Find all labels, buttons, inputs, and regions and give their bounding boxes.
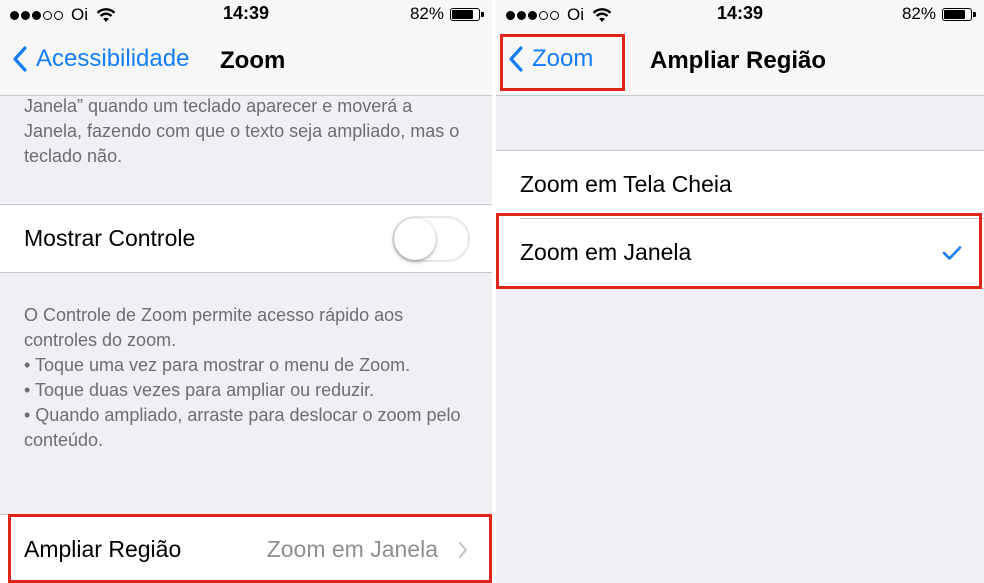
controller-description-line: • Quando ampliado, arraste para deslocar… [24, 405, 461, 450]
navigation-bar: Zoom Ampliar Região [496, 27, 984, 96]
page-title: Zoom [220, 47, 286, 74]
battery-percent: 82% [409, 4, 444, 23]
option-full-screen[interactable]: Zoom em Tela Cheia [496, 150, 984, 219]
back-button-label: Zoom [532, 45, 594, 72]
battery-fill [452, 9, 473, 19]
status-bar: Oi 14:39 82% [0, 0, 492, 27]
battery-percent: 82% [901, 4, 936, 23]
battery-icon [450, 7, 484, 21]
battery-indicator: 82% [409, 4, 484, 24]
checkmark-icon [942, 246, 962, 260]
back-button-label: Acessibilidade [36, 45, 190, 72]
region-settings-screen: Oi 14:39 82% Zoom Ampliar Região Zoom em… [496, 0, 984, 583]
region-options-list: Zoom em Tela Cheia Zoom em Janela [496, 96, 984, 583]
controller-description: O Controle de Zoom permite acesso rápido… [24, 303, 474, 453]
page-title: Ampliar Região [650, 47, 827, 74]
settings-list: Janela” quando um teclado aparecer e mov… [0, 96, 492, 583]
region-value: Zoom em Janela [266, 536, 438, 562]
region-label: Ampliar Região [24, 536, 182, 562]
show-controller-toggle[interactable] [392, 216, 470, 262]
option-label: Zoom em Janela [520, 239, 692, 265]
chevron-left-icon [13, 46, 27, 72]
show-controller-label: Mostrar Controle [24, 225, 196, 251]
status-bar: Oi 14:39 82% [496, 0, 984, 27]
controller-description-line: O Controle de Zoom permite acesso rápido… [24, 305, 404, 350]
back-button-zoom[interactable]: Zoom [508, 45, 593, 73]
option-label: Zoom em Tela Cheia [520, 171, 732, 197]
back-button-acessibilidade[interactable]: Acessibilidade [12, 45, 189, 73]
controller-description-line: • Toque duas vezes para ampliar ou reduz… [24, 380, 375, 400]
battery-indicator: 82% [901, 4, 976, 24]
chevron-right-icon [458, 541, 468, 559]
show-controller-row: Mostrar Controle [0, 204, 492, 273]
controller-description-line: • Toque uma vez para mostrar o menu de Z… [24, 355, 411, 375]
navigation-bar: Acessibilidade Zoom [0, 27, 492, 96]
battery-icon [942, 7, 976, 21]
zoom-description: Janela” quando um teclado aparecer e mov… [24, 96, 460, 166]
toggle-knob [394, 218, 436, 260]
region-row[interactable]: Ampliar Região Zoom em Janela [0, 514, 492, 583]
chevron-left-icon [509, 46, 523, 72]
battery-fill [944, 9, 965, 19]
option-window[interactable]: Zoom em Janela [496, 219, 984, 289]
zoom-settings-screen: Oi 14:39 82% Acessibilidade Zoom Janela” [0, 0, 492, 583]
